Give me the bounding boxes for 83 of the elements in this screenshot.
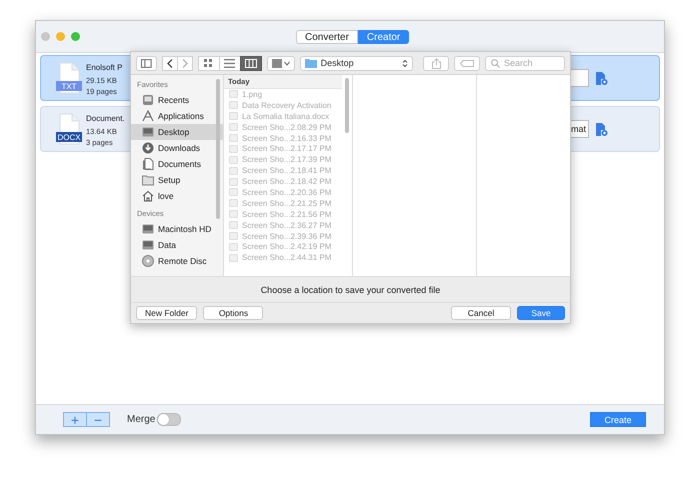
download-icon (142, 142, 154, 154)
mode-tab[interactable]: Creator (358, 30, 410, 44)
file-entry[interactable]: Screen Sho...2.39.36 PM (224, 230, 342, 242)
share-button[interactable] (423, 56, 449, 70)
document-gear-icon[interactable] (595, 122, 608, 136)
drawer-icon (142, 94, 154, 106)
zoom-icon[interactable] (71, 32, 80, 41)
tag-icon (460, 60, 474, 66)
applications-icon (142, 110, 154, 122)
document-gear-icon[interactable] (595, 70, 608, 86)
grid-icon (204, 58, 214, 68)
file-entry[interactable]: Screen Sho...2.16.33 PM (224, 132, 342, 144)
cancel-button[interactable]: Cancel (451, 306, 511, 320)
folder-icon (304, 58, 317, 68)
file-entry[interactable]: Screen Sho...2.44.31 PM (224, 252, 342, 264)
merge-toggle[interactable] (157, 413, 182, 426)
file-entry[interactable]: Screen Sho...2.21.56 PM (224, 208, 342, 220)
file-icon (56, 62, 82, 94)
dialog-message: Choose a location to save your converted file (260, 284, 440, 294)
drive-icon (142, 239, 154, 251)
chevron-left-icon (166, 58, 173, 68)
search-field[interactable]: Search (485, 56, 565, 70)
sidebar-item[interactable]: Setup (131, 172, 223, 188)
add-button[interactable]: + (63, 412, 87, 427)
close-icon[interactable] (41, 32, 50, 41)
file-entry[interactable]: Data Recovery Activation (224, 100, 342, 111)
file-entry[interactable]: Screen Sho...2.18.42 PM (224, 176, 342, 188)
chevron-right-icon (182, 58, 188, 68)
file-entry[interactable]: Screen Sho...2.08.29 PM (224, 122, 342, 133)
file-entry[interactable]: La Somalia Italiana.docx (224, 110, 342, 122)
house-icon (142, 190, 154, 202)
file-entry[interactable]: 1.png (224, 89, 342, 100)
arrange-menu-button[interactable] (266, 56, 295, 70)
file-name: Document. (86, 112, 125, 124)
back-button[interactable] (162, 56, 178, 70)
location-dropdown[interactable]: Desktop (300, 56, 413, 70)
file-entry[interactable]: Screen Sho...2.17.39 PM (224, 154, 342, 166)
sidebar-item[interactable]: Data (131, 237, 223, 253)
sidebar-item[interactable]: Recents (131, 92, 223, 108)
arrange-icon (272, 58, 290, 68)
file-entry[interactable]: Screen Sho...2.36.27 PM (224, 220, 342, 231)
list-icon (224, 58, 236, 68)
sidebar-item[interactable]: Documents (131, 156, 223, 172)
create-button[interactable]: Create (590, 412, 646, 427)
search-icon (491, 58, 500, 68)
sidebar-item[interactable]: love (131, 188, 223, 204)
remove-button[interactable]: − (86, 412, 110, 427)
scrollbar-thumb[interactable] (216, 79, 220, 219)
new-folder-button[interactable]: New Folder (136, 306, 198, 320)
file-icon (56, 113, 82, 145)
merge-label: Merge (127, 414, 156, 425)
share-icon (432, 58, 440, 68)
documents-icon (142, 158, 154, 170)
sidebar-toggle-button[interactable] (136, 56, 157, 70)
format-label: TXT (60, 82, 78, 92)
drive-icon (142, 223, 154, 235)
sidebar-item[interactable]: Macintosh HD (131, 221, 223, 237)
view-mode-button[interactable] (240, 56, 262, 70)
sidebar-item[interactable]: Desktop (131, 124, 223, 140)
format-label: DOCX (56, 133, 82, 143)
disc-icon (142, 255, 154, 267)
tag-button[interactable] (454, 56, 480, 70)
sidebar-item[interactable]: Applications (131, 108, 223, 124)
file-entry[interactable]: Screen Sho...2.42.19 PM (224, 241, 342, 252)
folder-icon (142, 174, 154, 186)
columns-icon (244, 58, 257, 68)
output-field[interactable]: mat (569, 120, 589, 138)
sidebar-item[interactable]: Remote Disc (131, 253, 223, 269)
output-field[interactable] (569, 69, 589, 87)
file-entry[interactable]: Screen Sho...2.18.41 PM (224, 165, 342, 176)
scrollbar-thumb[interactable] (345, 78, 349, 133)
save-button[interactable]: Save (517, 306, 565, 320)
file-name: Enolsoft P (86, 62, 122, 74)
file-entry[interactable]: Screen Sho...2.20.36 PM (224, 187, 342, 198)
sidebar-item[interactable]: Downloads (131, 140, 223, 156)
mode-tab[interactable]: Converter (296, 30, 358, 44)
file-entry[interactable]: Screen Sho...2.17.17 PM (224, 143, 342, 154)
updown-arrows-icon (402, 58, 408, 68)
drive-icon (142, 126, 154, 138)
sidebar-icon (141, 58, 152, 68)
file-entry[interactable]: Screen Sho...2.21.25 PM (224, 198, 342, 209)
minimize-icon[interactable] (56, 32, 65, 41)
options-button[interactable]: Options (203, 306, 264, 320)
